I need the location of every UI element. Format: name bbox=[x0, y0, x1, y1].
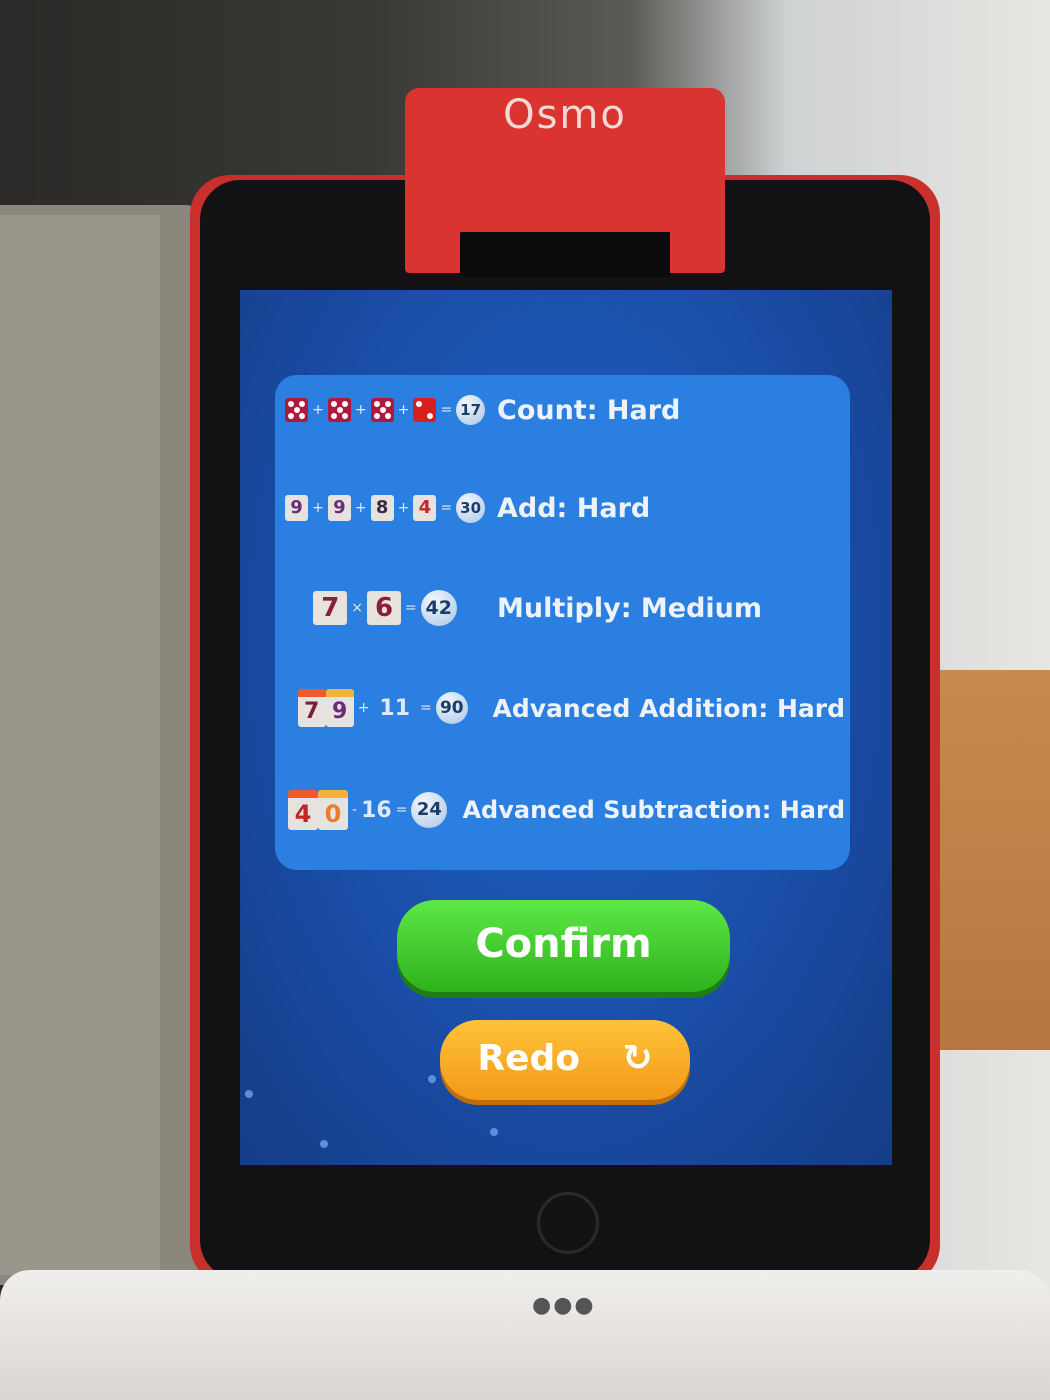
number-tile: 8 bbox=[370, 495, 394, 521]
number-tile: 4 bbox=[413, 495, 437, 521]
sparkle-decoration bbox=[490, 1128, 498, 1136]
result-bubble: 17 bbox=[456, 395, 486, 425]
osmo-base bbox=[0, 1270, 1050, 1400]
operator: × bbox=[351, 600, 363, 616]
redo-button[interactable]: Redo ↻ bbox=[440, 1020, 690, 1100]
place-value-tiles: 7 9 bbox=[297, 689, 354, 727]
level-label: Advanced Addition: Hard bbox=[492, 693, 845, 723]
operator: + bbox=[312, 500, 324, 516]
result-bubble: 30 bbox=[456, 493, 486, 523]
operator: + bbox=[354, 500, 367, 516]
tens-tile: 4 bbox=[288, 790, 319, 830]
die-five-icon bbox=[370, 398, 394, 422]
level-label: Count: Hard bbox=[497, 394, 681, 426]
sparkle-decoration bbox=[320, 1140, 328, 1148]
equation-advanced-subtraction: 4 0 - 16 = 24 bbox=[285, 790, 450, 830]
home-button[interactable] bbox=[537, 1192, 599, 1254]
redo-arrow-icon: ↻ bbox=[622, 1038, 653, 1079]
tens-tile: 7 bbox=[297, 689, 326, 727]
app-screen: + + + = 17 Count: Hard 9 + 9 + 8 + 4 = 30 Ad… bbox=[240, 290, 892, 1165]
equation-advanced-addition: 7 9 + 11 = 90 bbox=[285, 689, 480, 727]
ones-tile: 9 bbox=[325, 689, 354, 727]
level-row-advanced-subtraction: 4 0 - 16 = 24 Advanced Subtraction: Hard bbox=[285, 785, 845, 835]
level-row-multiply: 7 × 6 = 42 Multiply: Medium bbox=[285, 583, 845, 633]
levels-panel: + + + = 17 Count: Hard 9 + 9 + 8 + 4 = 30 Ad… bbox=[275, 375, 850, 870]
base-dots: ●●● bbox=[532, 1293, 596, 1318]
level-label: Multiply: Medium bbox=[497, 592, 763, 624]
number-tile: 6 bbox=[367, 591, 401, 625]
level-row-add: 9 + 9 + 8 + 4 = 30 Add: Hard bbox=[285, 483, 845, 533]
tablet-cover-inner bbox=[0, 215, 160, 1275]
operator: + bbox=[357, 700, 370, 716]
operand: 16 bbox=[361, 797, 392, 823]
place-value-tiles: 4 0 bbox=[288, 790, 349, 830]
equation-count: + + + = 17 bbox=[285, 395, 486, 425]
level-row-advanced-addition: 7 9 + 11 = 90 Advanced Addition: Hard bbox=[285, 683, 845, 733]
equation-multiply: 7 × 6 = 42 bbox=[285, 590, 485, 626]
level-label: Add: Hard bbox=[497, 492, 651, 524]
reflector-window bbox=[460, 232, 670, 277]
number-tile: 9 bbox=[327, 495, 351, 521]
sparkle-decoration bbox=[428, 1075, 436, 1083]
confirm-button[interactable]: Confirm bbox=[397, 900, 730, 992]
die-five-icon bbox=[285, 398, 309, 422]
die-five-icon bbox=[327, 398, 351, 422]
result-bubble: 42 bbox=[420, 590, 457, 626]
operator: + bbox=[397, 500, 410, 516]
equation-add: 9 + 9 + 8 + 4 = 30 bbox=[285, 493, 486, 523]
osmo-logo: Osmo bbox=[503, 92, 627, 138]
operator: - bbox=[352, 802, 358, 818]
number-tile: 9 bbox=[285, 495, 309, 521]
level-label: Advanced Subtraction: Hard bbox=[462, 796, 845, 824]
result-bubble: 24 bbox=[411, 792, 448, 828]
die-two-icon bbox=[413, 398, 437, 422]
result-bubble: 90 bbox=[435, 692, 468, 724]
sparkle-decoration bbox=[245, 1090, 253, 1098]
number-tile: 7 bbox=[313, 591, 348, 625]
level-row-count: + + + = 17 Count: Hard bbox=[285, 385, 845, 435]
redo-label: Redo bbox=[477, 1038, 580, 1079]
operand: 11 bbox=[379, 695, 411, 721]
ones-tile: 0 bbox=[318, 790, 349, 830]
